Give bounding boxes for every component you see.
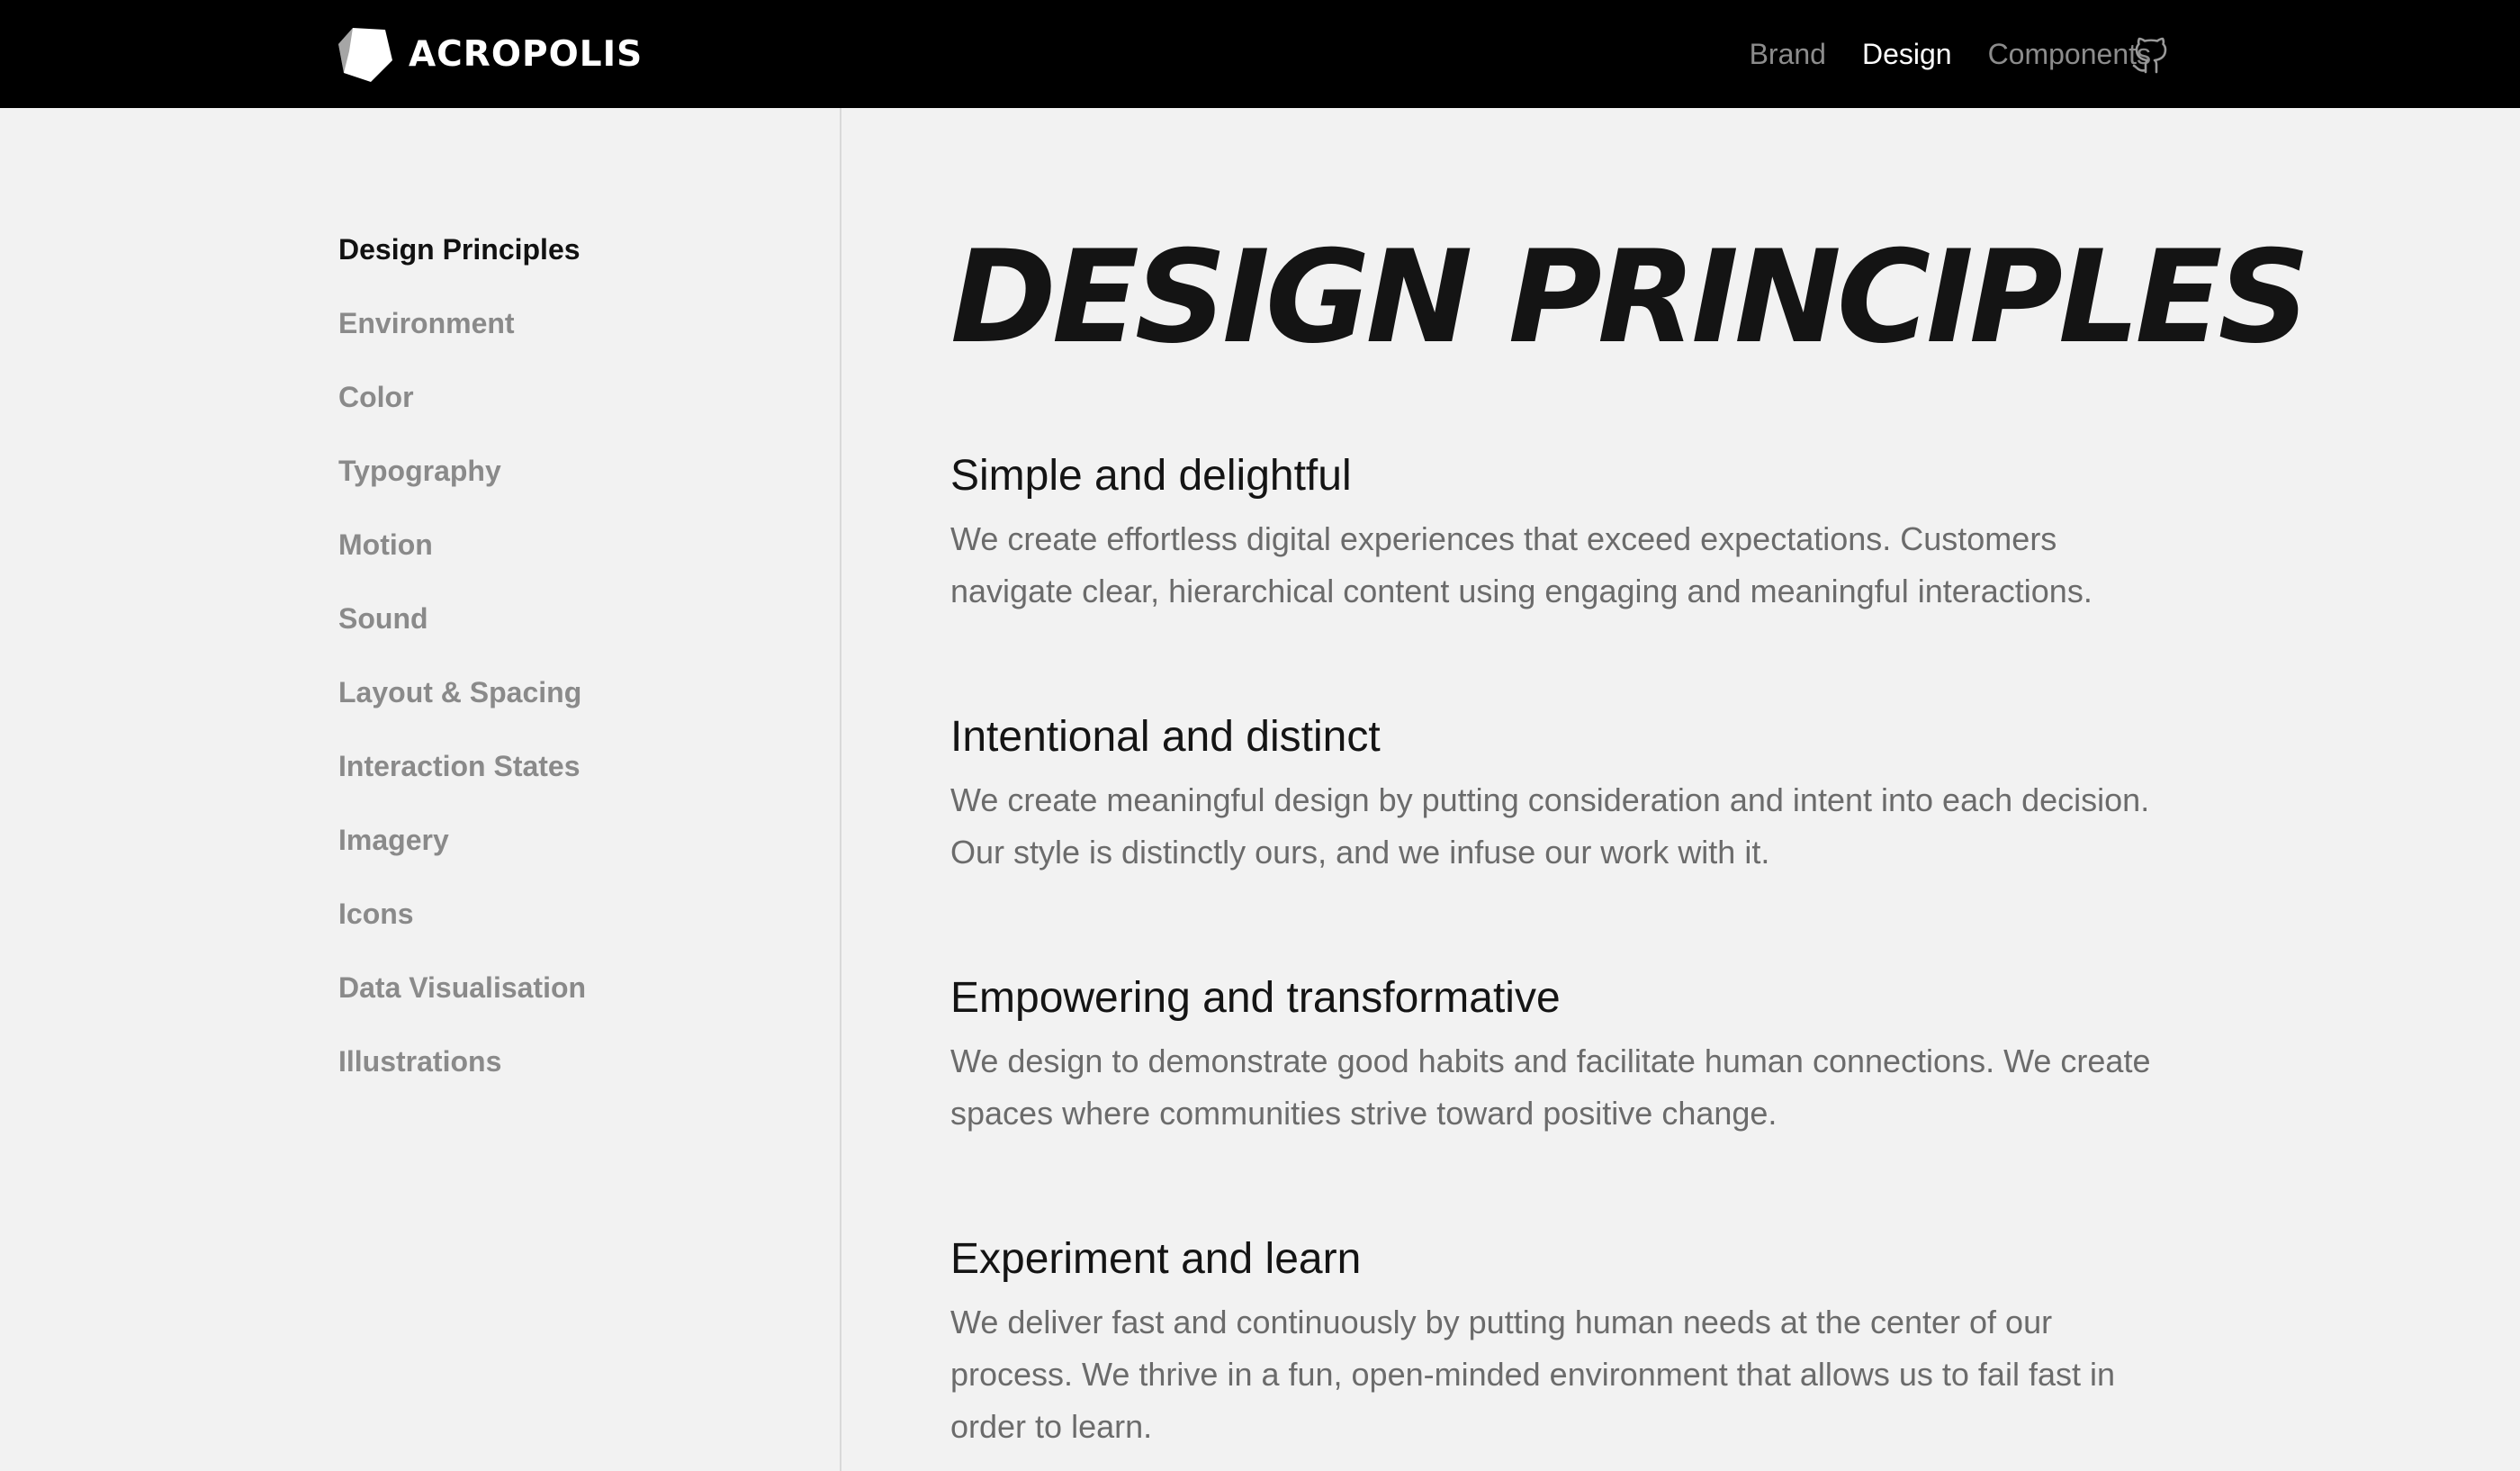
sidebar-link-imagery[interactable]: Imagery — [338, 826, 449, 854]
sidebar-item-motion: Motion — [338, 508, 586, 582]
principle-section: Empowering and transformative We design … — [950, 972, 2183, 1140]
nav-link-brand[interactable]: Brand — [1750, 40, 1826, 68]
principle-section: Experiment and learn We deliver fast and… — [950, 1233, 2183, 1453]
sidebar-item-environment: Environment — [338, 286, 586, 360]
primary-nav: Brand Design Components — [1714, 0, 2151, 108]
principle-heading: Simple and delightful — [950, 452, 1352, 500]
sidebar-link-icons[interactable]: Icons — [338, 899, 414, 928]
sidebar-link-environment[interactable]: Environment — [338, 309, 515, 338]
hexagon-logo-icon — [338, 28, 392, 82]
sidebar-link-sound[interactable]: Sound — [338, 604, 428, 633]
github-icon — [2132, 37, 2167, 74]
brand-home-link[interactable]: ACROPOLIS — [338, 25, 643, 83]
principle-body: We design to demonstrate good habits and… — [950, 1042, 2151, 1132]
sidebar-link-data-visualisation[interactable]: Data Visualisation — [338, 973, 586, 1002]
sidebar-item-layout-spacing: Layout & Spacing — [338, 655, 586, 729]
sidebar-link-illustrations[interactable]: Illustrations — [338, 1047, 501, 1076]
sidebar: Design Principles Environment Color Typo… — [0, 108, 842, 1471]
principle-heading: Intentional and distinct — [950, 713, 1381, 761]
github-link[interactable] — [2124, 27, 2178, 81]
principle-section: Intentional and distinct We create meani… — [950, 711, 2183, 879]
sidebar-link-color[interactable]: Color — [338, 383, 414, 411]
principle-heading: Empowering and transformative — [950, 974, 1561, 1022]
sidebar-item-design-principles: Design Principles — [338, 212, 586, 286]
principle-heading: Experiment and learn — [950, 1235, 1362, 1283]
sidebar-link-motion[interactable]: Motion — [338, 530, 433, 559]
principle-body: We create effortless digital experiences… — [950, 520, 2092, 609]
page-title: DESIGN PRINCIPLES — [950, 223, 2310, 372]
sidebar-link-layout-spacing[interactable]: Layout & Spacing — [338, 678, 581, 707]
sidebar-item-color: Color — [338, 360, 586, 434]
sidebar-link-typography[interactable]: Typography — [338, 456, 501, 485]
sidebar-item-data-visualisation: Data Visualisation — [338, 951, 586, 1024]
principle-body: We create meaningful design by putting c… — [950, 781, 2150, 871]
sidebar-link-design-principles[interactable]: Design Principles — [338, 235, 580, 264]
principle-body: We deliver fast and continuously by putt… — [950, 1304, 2115, 1445]
sidebar-item-illustrations: Illustrations — [338, 1024, 586, 1098]
sidebar-item-icons: Icons — [338, 877, 586, 951]
sidebar-nav: Design Principles Environment Color Typo… — [338, 212, 586, 1098]
sidebar-item-interaction-states: Interaction States — [338, 729, 586, 803]
principle-section: Simple and delightful We create effortle… — [950, 450, 2183, 618]
sidebar-link-interaction-states[interactable]: Interaction States — [338, 752, 580, 781]
sidebar-item-sound: Sound — [338, 582, 586, 655]
nav-link-design[interactable]: Design — [1862, 40, 1952, 68]
sidebar-item-typography: Typography — [338, 434, 586, 508]
top-navigation-bar: ACROPOLIS Brand Design Components — [0, 0, 2520, 108]
brand-name: ACROPOLIS — [409, 33, 644, 75]
sidebar-item-imagery: Imagery — [338, 803, 586, 877]
